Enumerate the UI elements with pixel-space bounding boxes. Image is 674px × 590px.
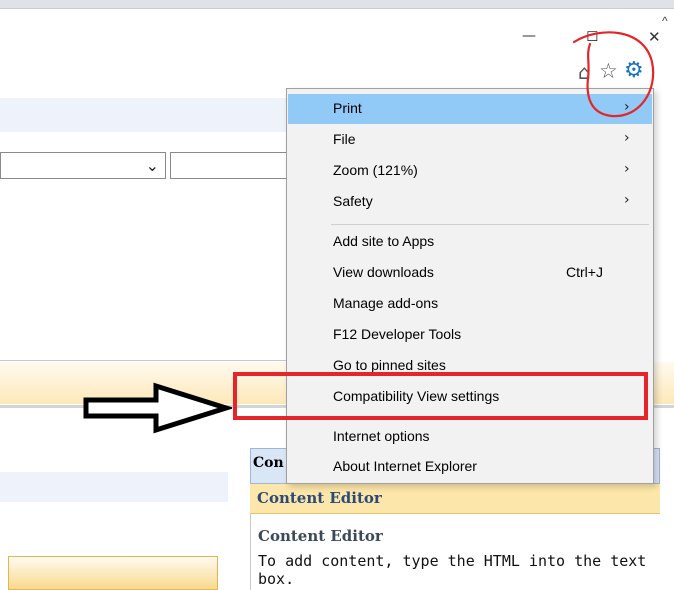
menu-item-label: F12 Developer Tools — [333, 326, 462, 342]
chevron-right-icon: › — [624, 130, 630, 146]
page-section-band — [0, 472, 228, 502]
tools-menu: Print › File › Zoom (121%) › Safety › Ad… — [286, 88, 654, 484]
menu-item-internet-options[interactable]: Internet options — [288, 422, 652, 452]
menu-item-zoom[interactable]: Zoom (121%) › — [288, 156, 652, 186]
annotation-arrow-icon — [83, 382, 232, 434]
menu-item-label: Add site to Apps — [333, 233, 435, 249]
menu-item-label: Zoom (121%) — [333, 162, 418, 178]
chevron-right-icon: › — [624, 161, 630, 177]
menu-item-add-site-to-apps[interactable]: Add site to Apps — [288, 227, 652, 257]
web-part-title[interactable]: Content Editor — [250, 484, 660, 514]
menu-item-label: Manage add-ons — [333, 295, 439, 311]
menu-item-label: Print — [333, 100, 362, 116]
page-dropdown[interactable]: ⌄ — [0, 152, 166, 179]
menu-item-view-downloads[interactable]: View downloads Ctrl+J — [288, 258, 652, 288]
menu-item-manage-add-ons[interactable]: Manage add-ons — [288, 289, 652, 319]
menu-item-label: File — [333, 131, 356, 147]
page-divider — [0, 360, 290, 361]
page-text-input[interactable] — [170, 152, 290, 179]
menu-separator — [331, 224, 649, 225]
annotation-circle-icon — [572, 31, 655, 118]
menu-item-safety[interactable]: Safety › — [288, 187, 652, 217]
menu-item-label: About Internet Explorer — [333, 458, 477, 474]
minimize-icon[interactable]: — — [522, 28, 536, 44]
menu-item-label: Go to pinned sites — [333, 357, 446, 373]
annotation-highlight-box — [233, 372, 648, 420]
chevron-right-icon: › — [624, 192, 630, 208]
page-selected-item[interactable] — [8, 556, 218, 590]
web-part-body-text: To add content, type the HTML into the t… — [258, 552, 647, 588]
page-header-band — [0, 98, 300, 132]
menu-item-f12-developer-tools[interactable]: F12 Developer Tools — [288, 320, 652, 350]
menu-item-label: View downloads — [333, 264, 434, 280]
menu-item-label: Safety — [333, 193, 373, 209]
menu-item-file[interactable]: File › — [288, 125, 652, 155]
web-part-body-title: Content Editor — [258, 527, 383, 545]
menu-item-label: Internet options — [333, 428, 430, 444]
menu-item-about-internet-explorer[interactable]: About Internet Explorer — [288, 452, 652, 482]
window-top-border — [0, 0, 674, 9]
chevron-down-icon: ⌄ — [145, 156, 159, 175]
menu-item-shortcut: Ctrl+J — [566, 264, 603, 280]
